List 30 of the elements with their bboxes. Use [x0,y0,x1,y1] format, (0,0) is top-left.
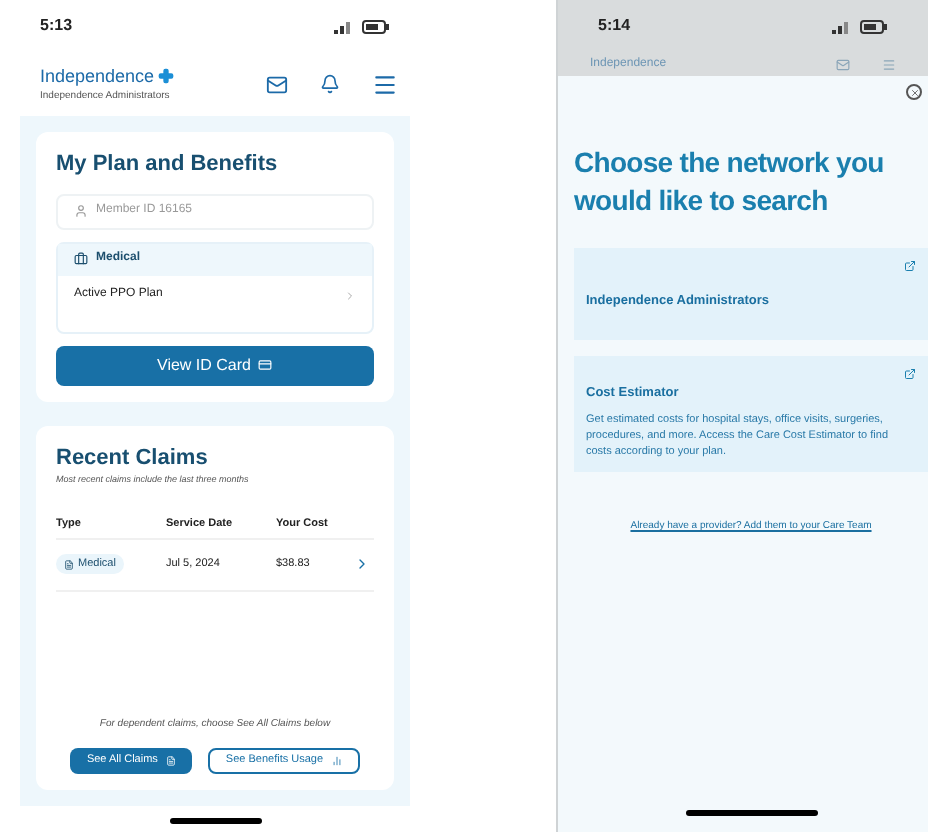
card-icon [258,358,273,372]
briefcase-icon [74,252,88,266]
external-link-icon [904,260,916,272]
status-time: 5:14 [598,14,631,38]
notifications-button[interactable] [320,74,340,94]
signal-icon [334,19,354,33]
bar-chart-icon [331,756,342,766]
battery-icon [362,19,390,33]
signal-icon [832,19,852,33]
person-icon [74,204,88,218]
mail-icon [836,57,850,71]
cross-icon [158,68,175,85]
sheet-title: Choose the network you would like to search [574,144,886,220]
status-time: 5:13 [40,14,73,38]
close-button[interactable] [906,84,922,100]
document-icon [165,756,176,766]
chevron-icon [344,289,356,301]
view-id-card-button[interactable]: View ID Card [56,345,374,385]
home-indicator [685,810,817,816]
menu-button[interactable] [372,71,398,97]
home-indicator [169,818,261,824]
menu-icon [882,57,896,71]
brand-name: Independence [40,63,155,90]
external-link-icon [904,368,916,380]
chevron-icon [354,556,370,573]
document-icon [64,559,74,570]
mail-button[interactable] [266,73,288,95]
card-title: Recent Claims [56,443,210,473]
card-title: My Plan and Benefits [56,150,280,180]
battery-icon [860,19,888,33]
